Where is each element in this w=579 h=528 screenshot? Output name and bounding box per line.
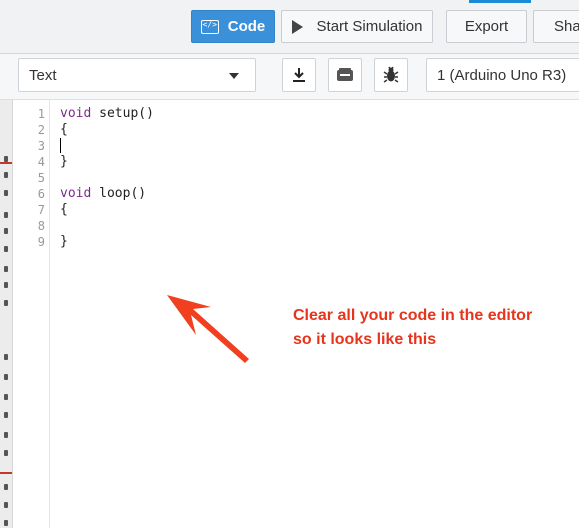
export-label: Export: [464, 18, 509, 35]
chevron-down-icon: [229, 73, 239, 79]
canvas-pin: [4, 484, 8, 490]
library-icon: [337, 68, 353, 81]
board-select-value: 1 (Arduino Uno R3): [437, 66, 567, 84]
line-number: 7: [37, 203, 45, 217]
code-line: }: [60, 154, 68, 170]
annotation-line: so it looks like this: [293, 331, 437, 348]
active-tab-indicator: [469, 0, 531, 3]
editor-toolbar: Text 1 (Arduino Uno R3): [0, 54, 579, 100]
canvas-pin: [4, 432, 8, 438]
start-simulation-label: Start Simulation: [316, 18, 423, 35]
share-button[interactable]: Shar: [533, 10, 579, 43]
canvas-wire: [0, 162, 12, 164]
code-text: loop(): [91, 186, 147, 201]
play-icon: [291, 19, 303, 34]
code-text: {: [60, 202, 68, 217]
canvas-pin: [4, 412, 8, 418]
mode-select[interactable]: Text: [18, 58, 256, 92]
mode-select-value: Text: [29, 66, 57, 84]
code-text: }: [60, 154, 68, 169]
canvas-pin: [4, 266, 8, 272]
code-line: {: [60, 202, 68, 218]
code-text: {: [60, 122, 68, 137]
code-text: setup(): [91, 106, 154, 121]
line-number: 2: [37, 123, 45, 137]
canvas-pin: [4, 190, 8, 196]
canvas-pin: [4, 228, 8, 234]
code-button-label: Code: [227, 18, 266, 35]
bug-icon: [383, 66, 399, 83]
export-button[interactable]: Export: [446, 10, 527, 43]
annotation-line: Clear all your code in the editor: [293, 307, 533, 324]
code-button[interactable]: Code: [191, 10, 275, 43]
code-text: }: [60, 234, 68, 249]
board-select[interactable]: 1 (Arduino Uno R3): [426, 58, 579, 92]
canvas-pin: [4, 354, 8, 360]
code-icon: [200, 19, 219, 34]
line-number: 9: [37, 235, 45, 249]
canvas-pin: [4, 394, 8, 400]
keyword: void: [60, 186, 92, 201]
share-label: Shar: [554, 18, 579, 35]
line-number: 1: [37, 107, 45, 121]
canvas-wire: [0, 472, 12, 474]
keyword: void: [60, 106, 92, 121]
line-number: 6: [37, 187, 45, 201]
annotation-text: Clear all your code in the editor so it …: [293, 304, 579, 352]
canvas-pin: [4, 300, 8, 306]
canvas-pin: [4, 212, 8, 218]
canvas-pin: [4, 520, 8, 526]
line-number: 4: [37, 155, 45, 169]
code-line: {: [60, 122, 68, 138]
code-line: }: [60, 234, 68, 250]
canvas-pin: [4, 246, 8, 252]
line-number-gutter: 1 2 3 4 5 6 7 8 9: [13, 100, 50, 528]
line-number: 3: [37, 139, 45, 153]
library-button[interactable]: [328, 58, 362, 92]
canvas-pin: [4, 282, 8, 288]
canvas-pin: [4, 374, 8, 380]
line-number: 5: [37, 171, 45, 185]
start-simulation-button[interactable]: Start Simulation: [281, 10, 433, 43]
canvas-pin: [4, 502, 8, 508]
annotation-arrow: [167, 295, 249, 363]
download-icon: [293, 68, 305, 82]
circuit-canvas-edge: [0, 100, 13, 528]
code-editor[interactable]: 1 2 3 4 5 6 7 8 9 void setup() { } void …: [13, 100, 579, 528]
text-cursor: [60, 138, 61, 153]
canvas-pin: [4, 450, 8, 456]
download-button[interactable]: [282, 58, 316, 92]
code-line: void setup(): [60, 106, 154, 122]
line-number: 8: [37, 219, 45, 233]
code-line: void loop(): [60, 186, 146, 202]
canvas-pin: [4, 172, 8, 178]
debugger-button[interactable]: [374, 58, 408, 92]
top-toolbar: Code Start Simulation Export Shar: [0, 0, 579, 54]
